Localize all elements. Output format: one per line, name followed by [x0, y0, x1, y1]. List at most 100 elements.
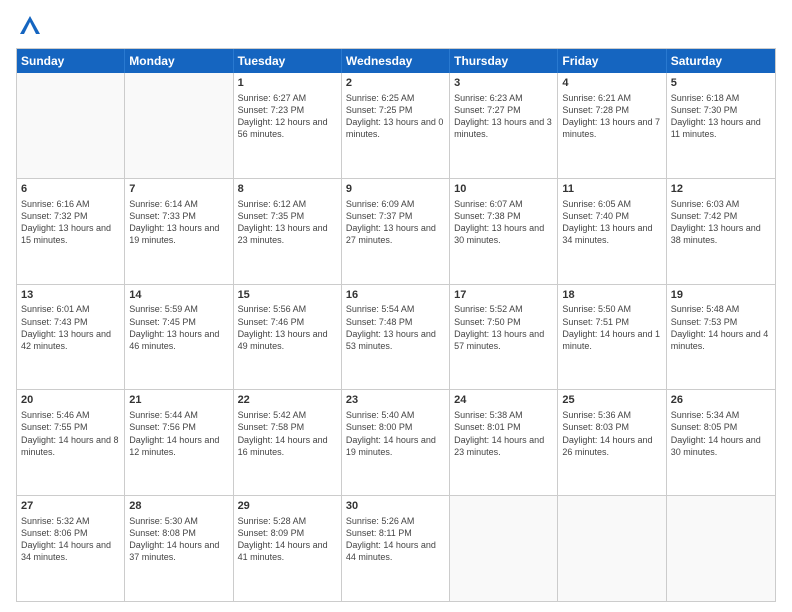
- calendar-row-5: 27Sunrise: 5:32 AMSunset: 8:06 PMDayligh…: [17, 495, 775, 601]
- calendar-cell-15: 15Sunrise: 5:56 AMSunset: 7:46 PMDayligh…: [234, 285, 342, 390]
- cell-info: Sunrise: 5:38 AMSunset: 8:01 PMDaylight:…: [454, 409, 553, 458]
- cell-info: Sunrise: 6:09 AMSunset: 7:37 PMDaylight:…: [346, 198, 445, 247]
- calendar-cell-24: 24Sunrise: 5:38 AMSunset: 8:01 PMDayligh…: [450, 390, 558, 495]
- day-number: 5: [671, 76, 771, 91]
- calendar-cell-1: 1Sunrise: 6:27 AMSunset: 7:23 PMDaylight…: [234, 73, 342, 178]
- calendar-cell-21: 21Sunrise: 5:44 AMSunset: 7:56 PMDayligh…: [125, 390, 233, 495]
- cell-info: Sunrise: 6:25 AMSunset: 7:25 PMDaylight:…: [346, 92, 445, 141]
- cell-info: Sunrise: 5:32 AMSunset: 8:06 PMDaylight:…: [21, 515, 120, 564]
- calendar-cell-5: 5Sunrise: 6:18 AMSunset: 7:30 PMDaylight…: [667, 73, 775, 178]
- day-number: 18: [562, 288, 661, 303]
- cell-info: Sunrise: 5:54 AMSunset: 7:48 PMDaylight:…: [346, 303, 445, 352]
- calendar-header: SundayMondayTuesdayWednesdayThursdayFrid…: [17, 49, 775, 73]
- day-number: 4: [562, 76, 661, 91]
- day-number: 10: [454, 182, 553, 197]
- cell-info: Sunrise: 5:50 AMSunset: 7:51 PMDaylight:…: [562, 303, 661, 352]
- calendar-cell-empty: [667, 496, 775, 601]
- calendar-cell-18: 18Sunrise: 5:50 AMSunset: 7:51 PMDayligh…: [558, 285, 666, 390]
- cell-info: Sunrise: 6:01 AMSunset: 7:43 PMDaylight:…: [21, 303, 120, 352]
- page: SundayMondayTuesdayWednesdayThursdayFrid…: [0, 0, 792, 612]
- cell-info: Sunrise: 6:05 AMSunset: 7:40 PMDaylight:…: [562, 198, 661, 247]
- calendar-row-4: 20Sunrise: 5:46 AMSunset: 7:55 PMDayligh…: [17, 389, 775, 495]
- cell-info: Sunrise: 5:40 AMSunset: 8:00 PMDaylight:…: [346, 409, 445, 458]
- calendar-body: 1Sunrise: 6:27 AMSunset: 7:23 PMDaylight…: [17, 73, 775, 601]
- day-number: 6: [21, 182, 120, 197]
- cell-info: Sunrise: 6:16 AMSunset: 7:32 PMDaylight:…: [21, 198, 120, 247]
- day-number: 15: [238, 288, 337, 303]
- calendar-cell-empty: [558, 496, 666, 601]
- calendar-row-1: 1Sunrise: 6:27 AMSunset: 7:23 PMDaylight…: [17, 73, 775, 178]
- cell-info: Sunrise: 6:03 AMSunset: 7:42 PMDaylight:…: [671, 198, 771, 247]
- calendar-cell-2: 2Sunrise: 6:25 AMSunset: 7:25 PMDaylight…: [342, 73, 450, 178]
- calendar-row-3: 13Sunrise: 6:01 AMSunset: 7:43 PMDayligh…: [17, 284, 775, 390]
- calendar-cell-16: 16Sunrise: 5:54 AMSunset: 7:48 PMDayligh…: [342, 285, 450, 390]
- day-number: 27: [21, 499, 120, 514]
- calendar-cell-empty: [17, 73, 125, 178]
- calendar-cell-14: 14Sunrise: 5:59 AMSunset: 7:45 PMDayligh…: [125, 285, 233, 390]
- day-number: 23: [346, 393, 445, 408]
- calendar-cell-12: 12Sunrise: 6:03 AMSunset: 7:42 PMDayligh…: [667, 179, 775, 284]
- day-number: 29: [238, 499, 337, 514]
- calendar-cell-30: 30Sunrise: 5:26 AMSunset: 8:11 PMDayligh…: [342, 496, 450, 601]
- logo: [16, 12, 48, 40]
- cell-info: Sunrise: 5:26 AMSunset: 8:11 PMDaylight:…: [346, 515, 445, 564]
- calendar-cell-28: 28Sunrise: 5:30 AMSunset: 8:08 PMDayligh…: [125, 496, 233, 601]
- calendar-cell-7: 7Sunrise: 6:14 AMSunset: 7:33 PMDaylight…: [125, 179, 233, 284]
- day-number: 20: [21, 393, 120, 408]
- day-number: 12: [671, 182, 771, 197]
- calendar-cell-26: 26Sunrise: 5:34 AMSunset: 8:05 PMDayligh…: [667, 390, 775, 495]
- weekday-header-sunday: Sunday: [17, 49, 125, 73]
- weekday-header-monday: Monday: [125, 49, 233, 73]
- day-number: 3: [454, 76, 553, 91]
- calendar-row-2: 6Sunrise: 6:16 AMSunset: 7:32 PMDaylight…: [17, 178, 775, 284]
- weekday-header-tuesday: Tuesday: [234, 49, 342, 73]
- day-number: 30: [346, 499, 445, 514]
- day-number: 1: [238, 76, 337, 91]
- calendar-cell-3: 3Sunrise: 6:23 AMSunset: 7:27 PMDaylight…: [450, 73, 558, 178]
- weekday-header-saturday: Saturday: [667, 49, 775, 73]
- day-number: 16: [346, 288, 445, 303]
- cell-info: Sunrise: 6:18 AMSunset: 7:30 PMDaylight:…: [671, 92, 771, 141]
- calendar-cell-19: 19Sunrise: 5:48 AMSunset: 7:53 PMDayligh…: [667, 285, 775, 390]
- cell-info: Sunrise: 5:36 AMSunset: 8:03 PMDaylight:…: [562, 409, 661, 458]
- day-number: 19: [671, 288, 771, 303]
- cell-info: Sunrise: 5:46 AMSunset: 7:55 PMDaylight:…: [21, 409, 120, 458]
- cell-info: Sunrise: 6:21 AMSunset: 7:28 PMDaylight:…: [562, 92, 661, 141]
- calendar-cell-29: 29Sunrise: 5:28 AMSunset: 8:09 PMDayligh…: [234, 496, 342, 601]
- calendar-cell-27: 27Sunrise: 5:32 AMSunset: 8:06 PMDayligh…: [17, 496, 125, 601]
- weekday-header-wednesday: Wednesday: [342, 49, 450, 73]
- day-number: 13: [21, 288, 120, 303]
- day-number: 7: [129, 182, 228, 197]
- day-number: 2: [346, 76, 445, 91]
- cell-info: Sunrise: 5:59 AMSunset: 7:45 PMDaylight:…: [129, 303, 228, 352]
- calendar-cell-17: 17Sunrise: 5:52 AMSunset: 7:50 PMDayligh…: [450, 285, 558, 390]
- day-number: 25: [562, 393, 661, 408]
- calendar-cell-25: 25Sunrise: 5:36 AMSunset: 8:03 PMDayligh…: [558, 390, 666, 495]
- calendar-cell-4: 4Sunrise: 6:21 AMSunset: 7:28 PMDaylight…: [558, 73, 666, 178]
- calendar-cell-11: 11Sunrise: 6:05 AMSunset: 7:40 PMDayligh…: [558, 179, 666, 284]
- cell-info: Sunrise: 6:12 AMSunset: 7:35 PMDaylight:…: [238, 198, 337, 247]
- calendar-cell-13: 13Sunrise: 6:01 AMSunset: 7:43 PMDayligh…: [17, 285, 125, 390]
- cell-info: Sunrise: 6:07 AMSunset: 7:38 PMDaylight:…: [454, 198, 553, 247]
- cell-info: Sunrise: 6:27 AMSunset: 7:23 PMDaylight:…: [238, 92, 337, 141]
- calendar-cell-10: 10Sunrise: 6:07 AMSunset: 7:38 PMDayligh…: [450, 179, 558, 284]
- cell-info: Sunrise: 5:52 AMSunset: 7:50 PMDaylight:…: [454, 303, 553, 352]
- day-number: 8: [238, 182, 337, 197]
- calendar: SundayMondayTuesdayWednesdayThursdayFrid…: [16, 48, 776, 602]
- calendar-cell-20: 20Sunrise: 5:46 AMSunset: 7:55 PMDayligh…: [17, 390, 125, 495]
- calendar-cell-empty: [125, 73, 233, 178]
- calendar-cell-8: 8Sunrise: 6:12 AMSunset: 7:35 PMDaylight…: [234, 179, 342, 284]
- cell-info: Sunrise: 6:23 AMSunset: 7:27 PMDaylight:…: [454, 92, 553, 141]
- calendar-cell-23: 23Sunrise: 5:40 AMSunset: 8:00 PMDayligh…: [342, 390, 450, 495]
- weekday-header-thursday: Thursday: [450, 49, 558, 73]
- calendar-cell-6: 6Sunrise: 6:16 AMSunset: 7:32 PMDaylight…: [17, 179, 125, 284]
- cell-info: Sunrise: 5:34 AMSunset: 8:05 PMDaylight:…: [671, 409, 771, 458]
- day-number: 14: [129, 288, 228, 303]
- cell-info: Sunrise: 5:42 AMSunset: 7:58 PMDaylight:…: [238, 409, 337, 458]
- day-number: 17: [454, 288, 553, 303]
- day-number: 26: [671, 393, 771, 408]
- cell-info: Sunrise: 5:48 AMSunset: 7:53 PMDaylight:…: [671, 303, 771, 352]
- day-number: 11: [562, 182, 661, 197]
- weekday-header-friday: Friday: [558, 49, 666, 73]
- calendar-cell-22: 22Sunrise: 5:42 AMSunset: 7:58 PMDayligh…: [234, 390, 342, 495]
